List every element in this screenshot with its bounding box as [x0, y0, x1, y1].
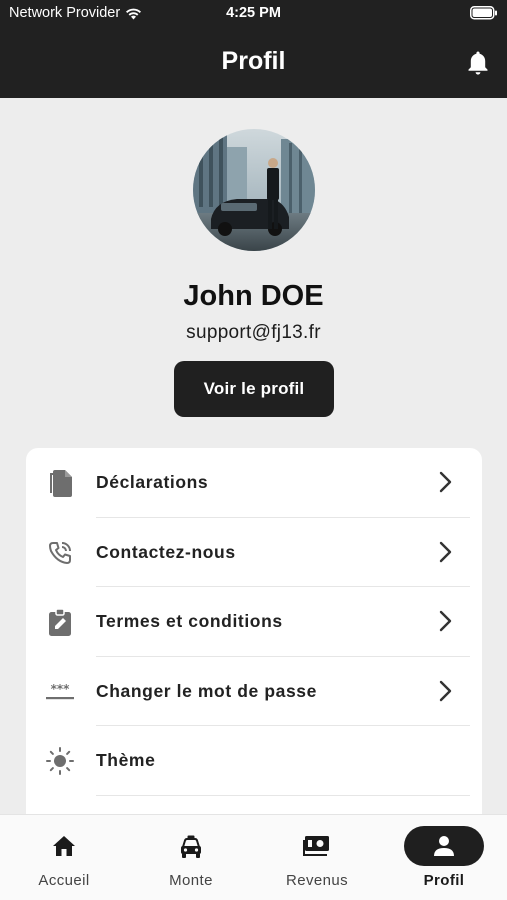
menu-item-theme[interactable]: Thème	[26, 726, 482, 796]
tab-label: Accueil	[38, 872, 90, 889]
money-icon	[262, 835, 372, 857]
chevron-right-icon	[438, 610, 452, 637]
person-icon	[389, 835, 499, 857]
view-profile-button[interactable]: Voir le profil	[174, 361, 334, 417]
file-copy-icon	[44, 467, 76, 499]
app-header: Network Provider 4:25 PM Profil	[0, 0, 507, 98]
menu-item-label: Déclarations	[96, 472, 209, 492]
avatar	[193, 129, 315, 251]
profile-name: John DOE	[183, 280, 324, 312]
bottom-tab-bar: Accueil Monte Revenus Profil	[0, 814, 507, 900]
clipboard-edit-icon	[44, 606, 76, 638]
menu-item-label: Changer le mot de passe	[96, 680, 317, 701]
svg-text:***: ***	[51, 682, 71, 696]
notifications-button[interactable]	[467, 50, 489, 81]
tab-label: Profil	[423, 872, 465, 889]
chevron-right-icon	[438, 541, 452, 568]
tab-label: Monte	[169, 872, 213, 889]
tab-accueil[interactable]: Accueil	[9, 815, 119, 900]
menu-item-label: Thème	[96, 750, 156, 771]
taxi-icon	[136, 835, 246, 859]
menu-item-declarations[interactable]: Déclarations	[26, 448, 482, 518]
tab-profil[interactable]: Profil	[389, 815, 499, 900]
menu-item-contact[interactable]: Contactez-nous	[26, 518, 482, 588]
chevron-right-icon	[438, 680, 452, 707]
menu-item-terms[interactable]: Termes et conditions	[26, 587, 482, 657]
menu-item-label: Contactez-nous	[96, 541, 236, 562]
battery-icon	[470, 6, 498, 24]
home-icon	[9, 835, 119, 857]
tab-label: Revenus	[285, 872, 348, 889]
settings-menu: Déclarations Contactez-nous Termes et co…	[26, 448, 482, 828]
bell-icon	[468, 51, 488, 75]
menu-item-change-password[interactable]: *** Changer le mot de passe	[26, 657, 482, 727]
page-title: Profil	[221, 47, 286, 75]
status-time: 4:25 PM	[226, 5, 281, 21]
menu-item-label: Termes et conditions	[96, 611, 283, 632]
tab-monte[interactable]: Monte	[136, 815, 246, 900]
phone-call-icon	[44, 537, 76, 569]
sun-icon	[44, 745, 76, 777]
tab-revenus[interactable]: Revenus	[262, 815, 372, 900]
status-bar: Network Provider 4:25 PM	[0, 0, 507, 28]
profile-email: support@fj13.fr	[186, 322, 321, 343]
divider	[96, 794, 470, 796]
chevron-right-icon	[438, 471, 452, 498]
password-icon: ***	[44, 676, 76, 708]
